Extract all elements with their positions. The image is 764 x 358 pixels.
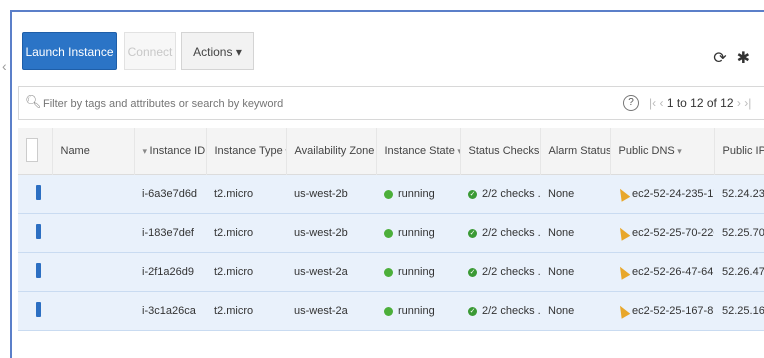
cell-public-ip: 52.25.167. [722, 305, 764, 317]
cell-public-dns: ec2-52-25-167-8.us-we... [610, 292, 714, 331]
collapse-sidebar-icon[interactable]: ‹ [2, 58, 12, 78]
row-checkbox[interactable] [18, 292, 52, 331]
cell-alarm: None [548, 227, 575, 239]
search-bar: 🔍︎ ? |‹ ‹ 1 to 12 of 12 › ›| [18, 86, 764, 120]
cell-public-dns: ec2-52-25-70-220.us-w... [610, 214, 714, 253]
cell-instance-id: i-3c1a26ca [142, 305, 196, 317]
column-header[interactable]: Public DNS ▾ [610, 128, 715, 175]
cell-instance-id: i-183e7def [142, 227, 194, 239]
cell-status-checks: ✓2/2 checks ... [468, 188, 540, 200]
check-passed-icon: ✓ [468, 189, 477, 199]
cell-state: running [376, 292, 460, 331]
cell-instance-type: t2.micro [214, 227, 254, 239]
cell-status-checks: ✓2/2 checks ... [468, 266, 540, 278]
cell-name [52, 175, 134, 214]
help-icon[interactable]: ? [623, 95, 639, 111]
row-checkbox[interactable] [18, 253, 52, 292]
table-header-row: Name ▾ Instance ID ▴ Instance Type ▾ Ava… [18, 128, 764, 175]
last-page-icon[interactable]: ›| [744, 96, 751, 110]
prev-page-icon[interactable]: ‹ [659, 96, 663, 110]
first-page-icon[interactable]: |‹ [649, 96, 656, 110]
table-row[interactable]: i-183e7def t2.micro us-west-2b running ✓… [18, 213, 764, 253]
running-status-icon [384, 267, 393, 277]
next-page-icon[interactable]: › [737, 96, 741, 110]
column-header[interactable]: Availability Zone ▾ [286, 128, 377, 175]
check-passed-icon: ✓ [468, 228, 477, 238]
connect-button[interactable]: Connect [124, 32, 176, 70]
chevron-down-icon: ▾ [235, 45, 242, 59]
cell-name [52, 292, 134, 331]
cell-state: running [376, 214, 460, 253]
actions-button[interactable]: Actions ▾ [181, 32, 254, 70]
cell-instance-type: t2.micro [214, 188, 254, 200]
check-passed-icon: ✓ [468, 267, 477, 277]
cell-name [52, 253, 134, 292]
actions-label: Actions [193, 45, 233, 59]
cell-status-checks: ✓2/2 checks ... [468, 305, 540, 317]
row-checkbox[interactable] [18, 214, 52, 253]
cell-instance-id: i-6a3e7d6d [142, 188, 198, 200]
column-header[interactable]: Status Checks ▾ [460, 128, 541, 175]
running-status-icon [384, 306, 393, 316]
instances-table: Name ▾ Instance ID ▴ Instance Type ▾ Ava… [18, 128, 764, 331]
cell-public-ip: 52.25.70.2 [722, 227, 764, 239]
toolbar: Launch Instance Connect Actions ▾ ⟳✱ [18, 18, 764, 74]
cell-zone: us-west-2a [294, 305, 348, 317]
cell-name [52, 214, 134, 253]
page-range: 1 to 12 of 12 [666, 96, 734, 110]
cell-status-checks: ✓2/2 checks ... [468, 227, 540, 239]
toolbar-icons: ⟳✱ [713, 48, 760, 68]
table-row[interactable]: i-6a3e7d6d t2.micro us-west-2b running ✓… [18, 174, 764, 214]
launch-instance-button[interactable]: Launch Instance [22, 32, 117, 70]
cell-state: running [376, 253, 460, 292]
column-header[interactable]: Name [52, 128, 135, 175]
column-header[interactable]: Alarm Status [540, 128, 611, 175]
search-icon: 🔍︎ [25, 94, 42, 109]
alarm-icon[interactable] [615, 303, 631, 319]
gear-icon[interactable]: ✱ [737, 50, 760, 67]
cell-alarm: None [548, 305, 575, 317]
column-header[interactable]: Instance Type ▾ [206, 128, 287, 175]
alarm-icon[interactable] [615, 225, 631, 241]
cell-zone: us-west-2b [294, 227, 348, 239]
cell-alarm: None [548, 188, 575, 200]
cell-instance-id: i-2f1a26d9 [142, 266, 194, 278]
column-header[interactable]: ▾ Instance ID ▴ [134, 128, 207, 175]
cell-zone: us-west-2a [294, 266, 348, 278]
alarm-icon[interactable] [615, 186, 631, 202]
check-passed-icon: ✓ [468, 306, 477, 316]
cell-instance-type: t2.micro [214, 266, 254, 278]
cell-public-ip: 52.26.47.6 [722, 266, 764, 278]
search-input[interactable] [41, 93, 445, 115]
select-all-checkbox[interactable] [18, 128, 53, 175]
row-checkbox[interactable] [18, 175, 52, 214]
refresh-icon[interactable]: ⟳ [713, 50, 736, 67]
cell-instance-type: t2.micro [214, 305, 254, 317]
table-row[interactable]: i-2f1a26d9 t2.micro us-west-2a running ✓… [18, 252, 764, 292]
cell-state: running [376, 175, 460, 214]
alarm-icon[interactable] [615, 264, 631, 280]
column-header[interactable]: Public IP [714, 128, 764, 175]
cell-zone: us-west-2b [294, 188, 348, 200]
cell-public-ip: 52.24.235.1 [722, 188, 764, 200]
column-header[interactable]: Instance State ▾ [376, 128, 461, 175]
running-status-icon [384, 189, 393, 199]
cell-public-dns: ec2-52-24-235-172.us-... [610, 175, 714, 214]
pagination: |‹ ‹ 1 to 12 of 12 › ›| [649, 96, 751, 110]
running-status-icon [384, 228, 393, 238]
cell-alarm: None [548, 266, 575, 278]
cell-public-dns: ec2-52-26-47-64.us-we... [610, 253, 714, 292]
table-row[interactable]: i-3c1a26ca t2.micro us-west-2a running ✓… [18, 291, 764, 331]
